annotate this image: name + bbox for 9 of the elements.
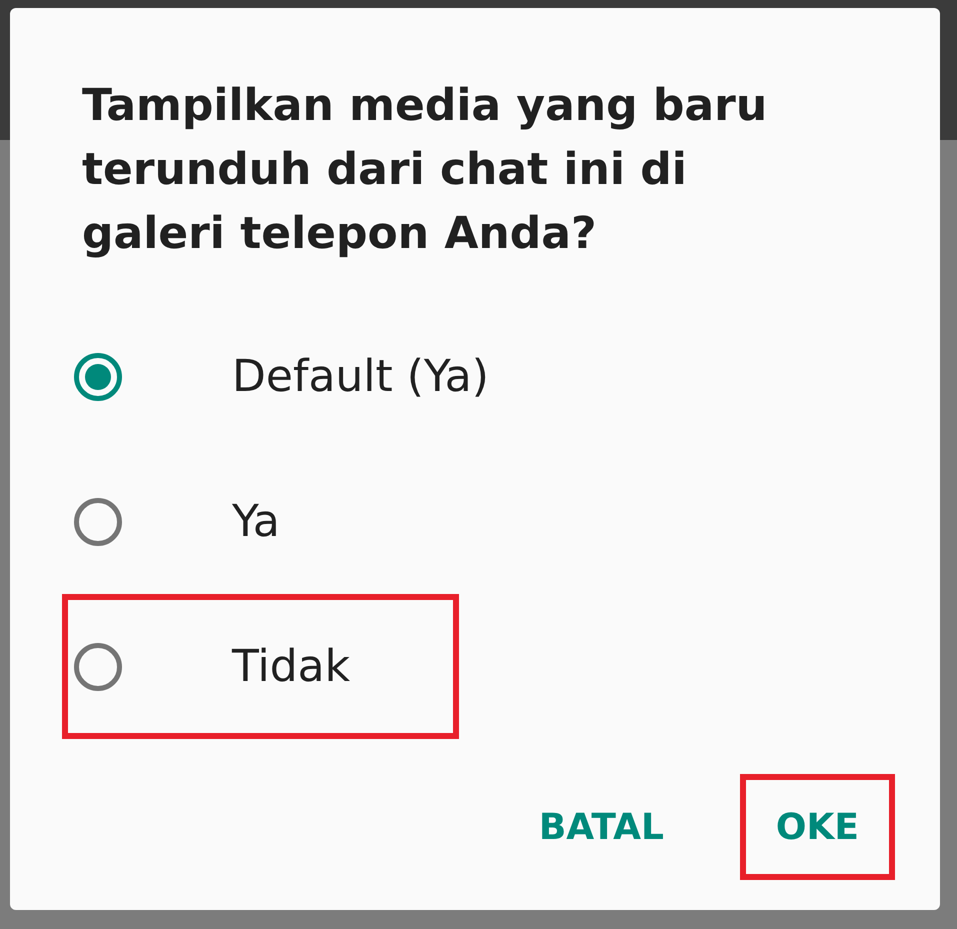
radio-button[interactable] bbox=[74, 498, 122, 546]
option-label[interactable]: Ya bbox=[232, 496, 280, 547]
dialog-button[interactable]: OKE bbox=[740, 774, 895, 880]
dialog-button[interactable]: BATAL bbox=[502, 774, 700, 880]
option-label[interactable]: Tidak bbox=[232, 641, 350, 692]
radio-button[interactable] bbox=[74, 352, 122, 400]
radio-button[interactable] bbox=[74, 642, 122, 690]
dialog-title: Tampilkan media yang baru terunduh dari chat ini di galeri telepon Anda? bbox=[82, 79, 768, 261]
option-label[interactable]: Default (Ya) bbox=[232, 351, 489, 402]
